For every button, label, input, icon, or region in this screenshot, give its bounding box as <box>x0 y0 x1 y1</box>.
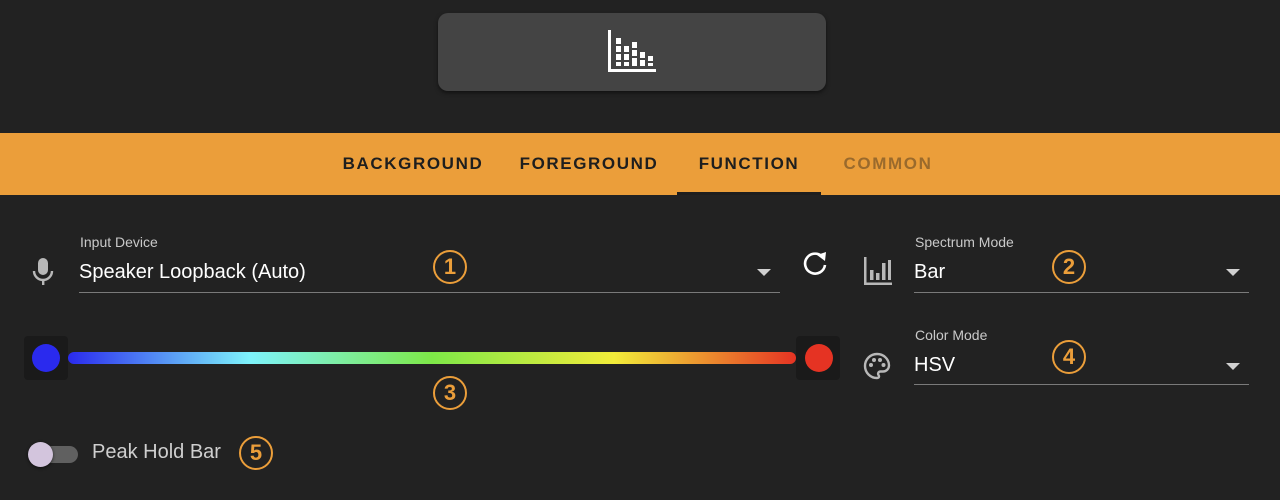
tab-background-label: BACKGROUND <box>342 154 484 173</box>
tab-foreground[interactable]: FOREGROUND <box>503 133 675 195</box>
color-mode-underline <box>914 384 1249 385</box>
color-mode-label: Color Mode <box>915 327 988 343</box>
color-mode-value: HSV <box>914 354 956 376</box>
callout-1: 1 <box>433 250 467 284</box>
bar-chart-icon <box>864 257 892 285</box>
toggle-knob[interactable] <box>28 442 53 467</box>
color-gradient-track[interactable] <box>68 352 796 364</box>
gradient-start-handle[interactable] <box>32 344 60 372</box>
input-device-label: Input Device <box>80 234 158 250</box>
spectrum-mode-label: Spectrum Mode <box>915 234 1014 250</box>
chevron-down-icon <box>1226 269 1240 276</box>
callout-4: 4 <box>1052 340 1086 374</box>
input-device-value: Speaker Loopback (Auto) <box>79 261 306 283</box>
microphone-icon <box>32 258 54 285</box>
active-tab-indicator <box>677 192 821 195</box>
tab-function-label: FUNCTION <box>698 154 800 173</box>
tab-function[interactable]: FUNCTION <box>677 133 821 195</box>
palette-icon <box>863 352 891 380</box>
callout-2: 2 <box>1052 250 1086 284</box>
tab-common[interactable]: COMMON <box>825 133 951 195</box>
visualizer-mode-button[interactable] <box>438 13 826 91</box>
settings-tab-bar: BACKGROUND FOREGROUND FUNCTION COMMON <box>0 133 1280 195</box>
input-device-underline <box>79 292 780 293</box>
tab-background[interactable]: BACKGROUND <box>328 133 498 195</box>
refresh-icon[interactable] <box>801 249 829 277</box>
spectrum-mode-underline <box>914 292 1249 293</box>
gradient-end-handle[interactable] <box>805 344 833 372</box>
chevron-down-icon <box>757 269 771 276</box>
peak-hold-label: Peak Hold Bar <box>92 441 221 463</box>
callout-3: 3 <box>433 376 467 410</box>
app-root: BACKGROUND FOREGROUND FUNCTION COMMON In… <box>0 0 1280 500</box>
tab-common-label: COMMON <box>843 154 933 173</box>
chevron-down-icon <box>1226 363 1240 370</box>
spectrum-bars-icon <box>608 30 656 72</box>
tab-foreground-label: FOREGROUND <box>519 154 659 173</box>
callout-5: 5 <box>239 436 273 470</box>
spectrum-mode-value: Bar <box>914 261 946 283</box>
